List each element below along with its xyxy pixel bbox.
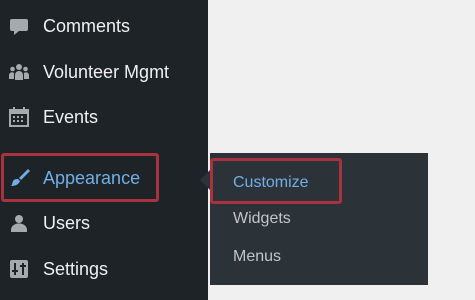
sidebar-item-label: Volunteer Mgmt [43, 61, 170, 82]
people-icon [8, 61, 30, 83]
sidebar-item-label: Users [43, 212, 91, 233]
sidebar-item-label: Events [43, 106, 99, 127]
settings-sliders-icon [8, 258, 30, 280]
submenu-item-widgets[interactable]: Widgets [233, 210, 291, 228]
submenu-item-menus[interactable]: Menus [233, 248, 281, 266]
sidebar-item-volunteer-mgmt[interactable]: Volunteer Mgmt [0, 52, 208, 92]
sidebar-item-label: Settings [43, 258, 109, 279]
sidebar-item-users[interactable]: Users [0, 203, 208, 243]
admin-sidebar: Comments Volunteer Mgmt Events Appearanc… [0, 0, 208, 300]
sidebar-item-settings[interactable]: Settings [0, 249, 208, 289]
sidebar-item-label: Comments [43, 15, 131, 36]
flyout-pointer [200, 170, 210, 190]
sidebar-item-comments[interactable]: Comments [0, 6, 208, 46]
wp-admin-screen: Comments Volunteer Mgmt Events Appearanc… [0, 0, 475, 300]
sidebar-item-events[interactable]: Events [0, 97, 208, 137]
comment-icon [8, 15, 30, 37]
customize-highlight-box [210, 158, 342, 204]
appearance-highlight-box [1, 153, 159, 202]
calendar-icon [8, 106, 30, 128]
user-icon [8, 212, 30, 234]
